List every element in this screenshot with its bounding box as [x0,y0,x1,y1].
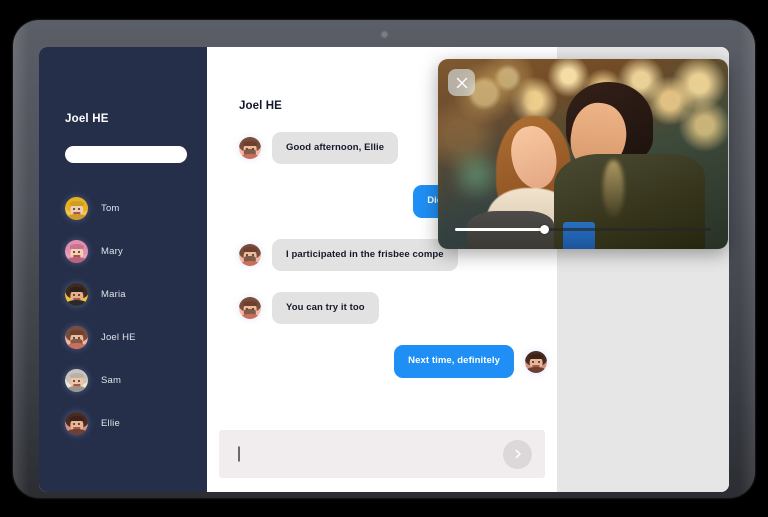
avatar-ellie [65,412,88,435]
sidebar: Joel HE Tom Mary Maria Joel HE Sam Ellie [39,47,238,492]
contact-list: Tom Mary Maria Joel HE Sam Ellie [39,187,207,445]
contact-name: Maria [101,289,126,300]
message-composer [219,430,545,478]
message-bubble-outgoing: Next time, definitely [394,345,514,378]
message-row: Next time, definitely [207,345,557,378]
avatar-ellie [525,350,547,373]
avatar-joel [239,297,261,320]
video-bokeh [449,146,502,204]
avatar-joel [65,326,88,349]
contact-name: Sam [101,375,122,386]
avatar-tom [65,197,88,220]
contact-name: Ellie [101,418,120,429]
close-button[interactable] [448,69,475,96]
contact-name: Mary [101,246,123,257]
message-input[interactable] [219,448,503,460]
sidebar-item-mary[interactable]: Mary [39,230,207,273]
avatar-sam [65,369,88,392]
close-icon [456,77,467,88]
send-button[interactable] [503,439,532,469]
video-jacket-highlight [603,159,624,217]
front-camera-icon [381,32,387,37]
message-bubble-incoming: You can try it too [272,292,379,325]
video-progress-knob[interactable] [540,224,550,234]
sidebar-item-ellie[interactable]: Ellie [39,402,207,445]
message-bubble-incoming: I participated in the frisbee compe [272,238,458,272]
avatar-joel [239,243,261,266]
chat-header-title: Joel HE [239,100,282,112]
avatar-mary [65,240,88,263]
avatar-joel [239,137,261,160]
search-input[interactable] [65,146,187,163]
avatar-maria [65,283,88,306]
message-row: You can try it too [207,292,557,325]
sidebar-item-joel-he[interactable]: Joel HE [39,316,207,359]
video-progress-fill [455,227,545,231]
video-scene-image [438,59,728,249]
video-progress-bar[interactable] [455,224,711,234]
sidebar-account-name: Joel HE [65,113,109,125]
contact-name: Joel HE [101,332,136,343]
chevron-right-icon [515,449,521,459]
sidebar-search-row [65,144,238,165]
video-call-overlay[interactable] [438,59,728,249]
message-bubble-incoming: Good afternoon, Ellie [272,132,399,165]
sidebar-item-maria[interactable]: Maria [39,273,207,316]
text-cursor [238,446,240,462]
contact-name: Tom [101,203,120,214]
sidebar-item-sam[interactable]: Sam [39,359,207,402]
sidebar-item-tom[interactable]: Tom [39,187,207,230]
